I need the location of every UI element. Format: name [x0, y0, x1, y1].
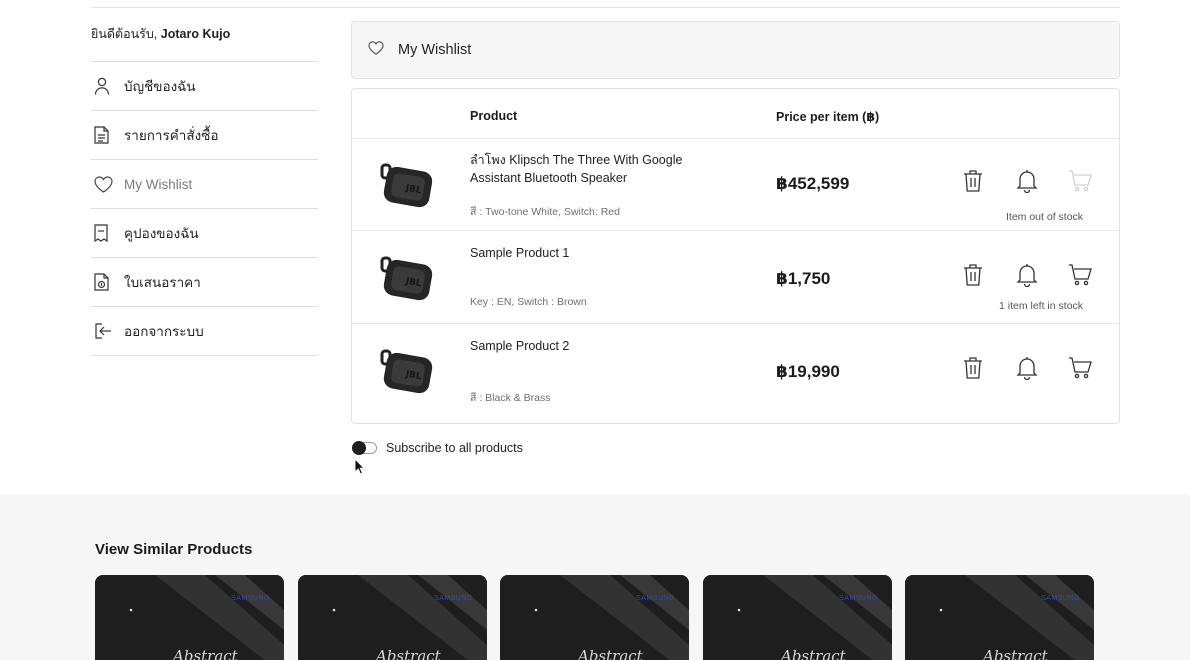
- notify-button[interactable]: [1014, 263, 1040, 292]
- product-name[interactable]: Sample Product 2: [470, 337, 710, 355]
- sidebar-item-wishlist[interactable]: My Wishlist: [91, 160, 318, 209]
- card-script-text: Abstract: [578, 647, 643, 660]
- stock-status: 1 item left in stock: [999, 300, 1084, 312]
- product-image[interactable]: JBL: [380, 345, 436, 395]
- product-name[interactable]: ลำโพง Klipsch The Three With Google Assi…: [470, 151, 710, 187]
- card-script-text: Abstract: [376, 647, 441, 660]
- table-row: JBL Sample Product 1 Key : EN, Switch : …: [352, 231, 1119, 324]
- logout-icon: [91, 323, 124, 339]
- user-name: Jotaro Kujo: [160, 27, 231, 41]
- table-row: JBL Sample Product 2 สี : Black & Brass …: [352, 324, 1119, 423]
- mouse-cursor-icon: [354, 457, 366, 480]
- heart-icon: [368, 40, 384, 60]
- wishlist-table: Product Price per item (฿) JBL ลำโพง Kli…: [351, 88, 1120, 424]
- bell-icon: [1016, 263, 1038, 292]
- stock-status: Item out of stock: [1006, 211, 1084, 223]
- notify-button[interactable]: [1014, 169, 1040, 198]
- sidebar-item-label: My Wishlist: [124, 176, 193, 192]
- brand-logo: SAMSUNG: [231, 595, 270, 602]
- product-price: ฿19,990: [776, 362, 840, 381]
- user-icon: [91, 77, 124, 95]
- table-header: Product Price per item (฿): [352, 89, 1119, 139]
- trash-icon: [963, 263, 983, 292]
- welcome-prefix: ยินดีต้อนรับ,: [91, 27, 158, 41]
- add-to-cart-button-disabled[interactable]: [1067, 169, 1093, 197]
- trash-icon: [963, 169, 983, 198]
- sidebar-item-label: รายการคำสั่งซื้อ: [124, 128, 219, 143]
- sidebar-item-label: ใบเสนอราคา: [124, 275, 201, 290]
- sidebar-item-coupons[interactable]: คูปองของฉัน: [91, 209, 318, 258]
- product-card[interactable]: SAMSUNG Abstract: [905, 575, 1094, 660]
- product-card[interactable]: SAMSUNG Abstract: [703, 575, 892, 660]
- sidebar-item-orders[interactable]: รายการคำสั่งซื้อ: [91, 111, 318, 160]
- cart-icon: [1068, 356, 1092, 384]
- top-divider: [91, 7, 1120, 8]
- similar-products-section: View Similar Products SAMSUNG Abstract S…: [0, 494, 1190, 660]
- add-to-cart-button[interactable]: [1067, 356, 1093, 384]
- account-sidebar: ยินดีต้อนรับ, Jotaro Kujo บัญชีของฉัน รา…: [91, 22, 318, 356]
- product-card[interactable]: SAMSUNG Abstract: [95, 575, 284, 660]
- product-card[interactable]: SAMSUNG Abstract: [500, 575, 689, 660]
- subscribe-toggle[interactable]: [352, 441, 377, 455]
- subscribe-all-row: Subscribe to all products: [352, 441, 523, 455]
- product-image[interactable]: JBL: [380, 159, 436, 209]
- cart-icon: [1068, 263, 1092, 291]
- delete-button[interactable]: [960, 263, 986, 292]
- product-image[interactable]: JBL: [380, 252, 436, 302]
- product-variant: สี : Two-tone White, Switch: Red: [470, 206, 620, 218]
- sidebar-item-quotations[interactable]: ใบเสนอราคา: [91, 258, 318, 307]
- coupon-icon: [91, 224, 124, 242]
- card-script-text: Abstract: [983, 647, 1048, 660]
- brand-logo: SAMSUNG: [434, 595, 473, 602]
- product-card[interactable]: SAMSUNG Abstract: [298, 575, 487, 660]
- document-icon: [91, 126, 124, 144]
- brand-logo: SAMSUNG: [839, 595, 878, 602]
- product-price: ฿452,599: [776, 174, 850, 193]
- card-script-text: Abstract: [173, 647, 238, 660]
- sidebar-item-label: บัญชีของฉัน: [124, 79, 196, 94]
- quote-icon: [91, 273, 124, 291]
- brand-logo: SAMSUNG: [1041, 595, 1080, 602]
- section-title: View Similar Products: [95, 541, 253, 558]
- notify-button[interactable]: [1014, 356, 1040, 385]
- sidebar-item-label: ออกจากระบบ: [124, 324, 204, 339]
- delete-button[interactable]: [960, 169, 986, 198]
- column-header-product: Product: [470, 109, 518, 123]
- sidebar-item-logout[interactable]: ออกจากระบบ: [91, 307, 318, 356]
- subscribe-label: Subscribe to all products: [386, 441, 523, 455]
- sidebar-item-label: คูปองของฉัน: [124, 226, 199, 241]
- brand-logo: SAMSUNG: [636, 595, 675, 602]
- add-to-cart-button[interactable]: [1067, 263, 1093, 291]
- toggle-knob: [352, 441, 366, 455]
- column-header-price: Price per item (฿): [776, 110, 880, 124]
- bell-icon: [1016, 356, 1038, 385]
- product-variant: Key : EN, Switch : Brown: [470, 296, 587, 308]
- product-variant: สี : Black & Brass: [470, 392, 551, 404]
- product-price: ฿1,750: [776, 269, 831, 288]
- delete-button[interactable]: [960, 356, 986, 385]
- wishlist-header: My Wishlist: [351, 21, 1120, 79]
- welcome-message: ยินดีต้อนรับ, Jotaro Kujo: [91, 22, 318, 62]
- table-row: JBL ลำโพง Klipsch The Three With Google …: [352, 139, 1119, 231]
- trash-icon: [963, 356, 983, 385]
- product-name[interactable]: Sample Product 1: [470, 244, 710, 262]
- cart-icon: [1068, 169, 1092, 197]
- bell-icon: [1016, 169, 1038, 198]
- page-title: My Wishlist: [398, 42, 472, 58]
- sidebar-item-my-account[interactable]: บัญชีของฉัน: [91, 62, 318, 111]
- heart-icon: [91, 175, 124, 193]
- card-script-text: Abstract: [781, 647, 846, 660]
